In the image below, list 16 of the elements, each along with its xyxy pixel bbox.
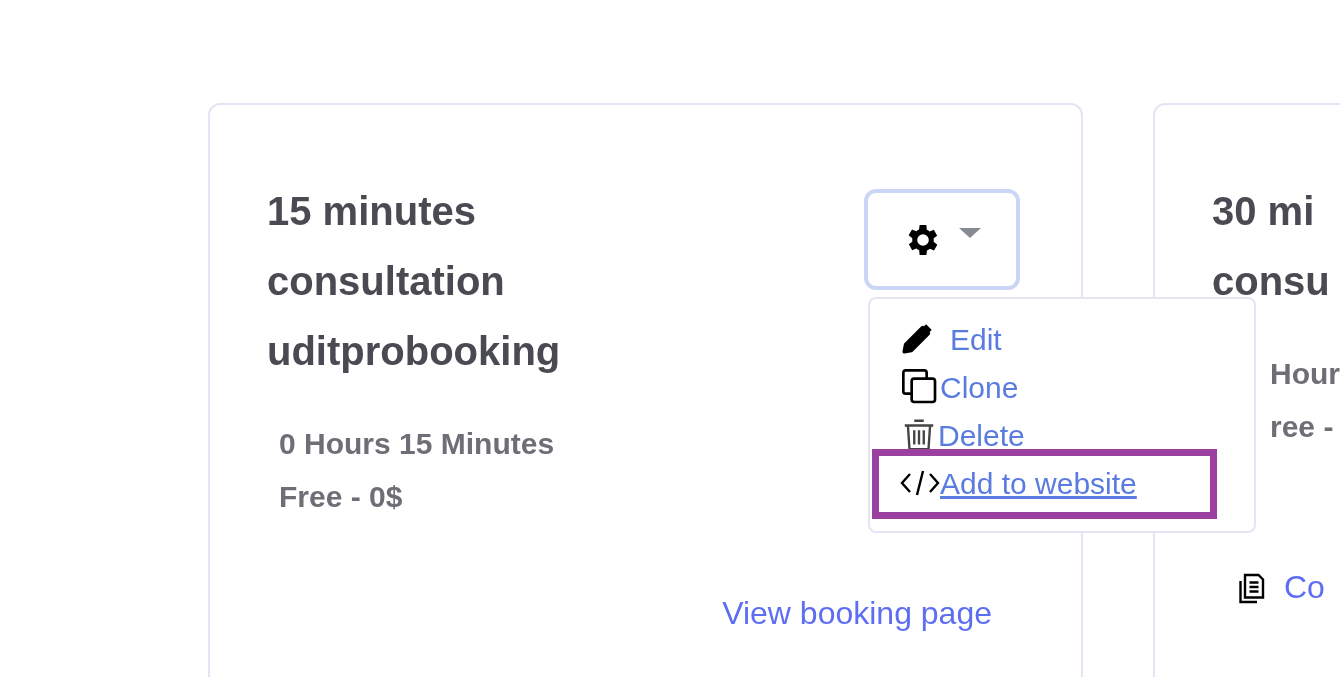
menu-item[interactable]: Delete bbox=[900, 411, 1025, 459]
card-title: 15 minutes consultation uditprobooking bbox=[267, 188, 561, 375]
copy-link[interactable]: Co bbox=[1284, 567, 1325, 607]
pencil-icon bbox=[900, 322, 934, 356]
menu-item[interactable]: Add to website bbox=[900, 459, 1137, 507]
detail-text: Free - 0$ bbox=[279, 479, 403, 515]
caret-icon bbox=[959, 227, 981, 238]
menu-item[interactable]: Edit bbox=[900, 315, 1002, 363]
detail-text: 0 Hours 15 Minutes bbox=[279, 426, 555, 462]
code-icon bbox=[900, 468, 940, 498]
detail-text: Hour bbox=[1270, 356, 1340, 392]
card-title: 30 mi consu bbox=[1212, 188, 1330, 305]
settings-button[interactable] bbox=[864, 189, 1020, 290]
menu-item[interactable]: Clone bbox=[900, 363, 1019, 411]
view-booking-link[interactable]: View booking page bbox=[722, 593, 992, 633]
detail-text: ree - bbox=[1270, 409, 1334, 445]
